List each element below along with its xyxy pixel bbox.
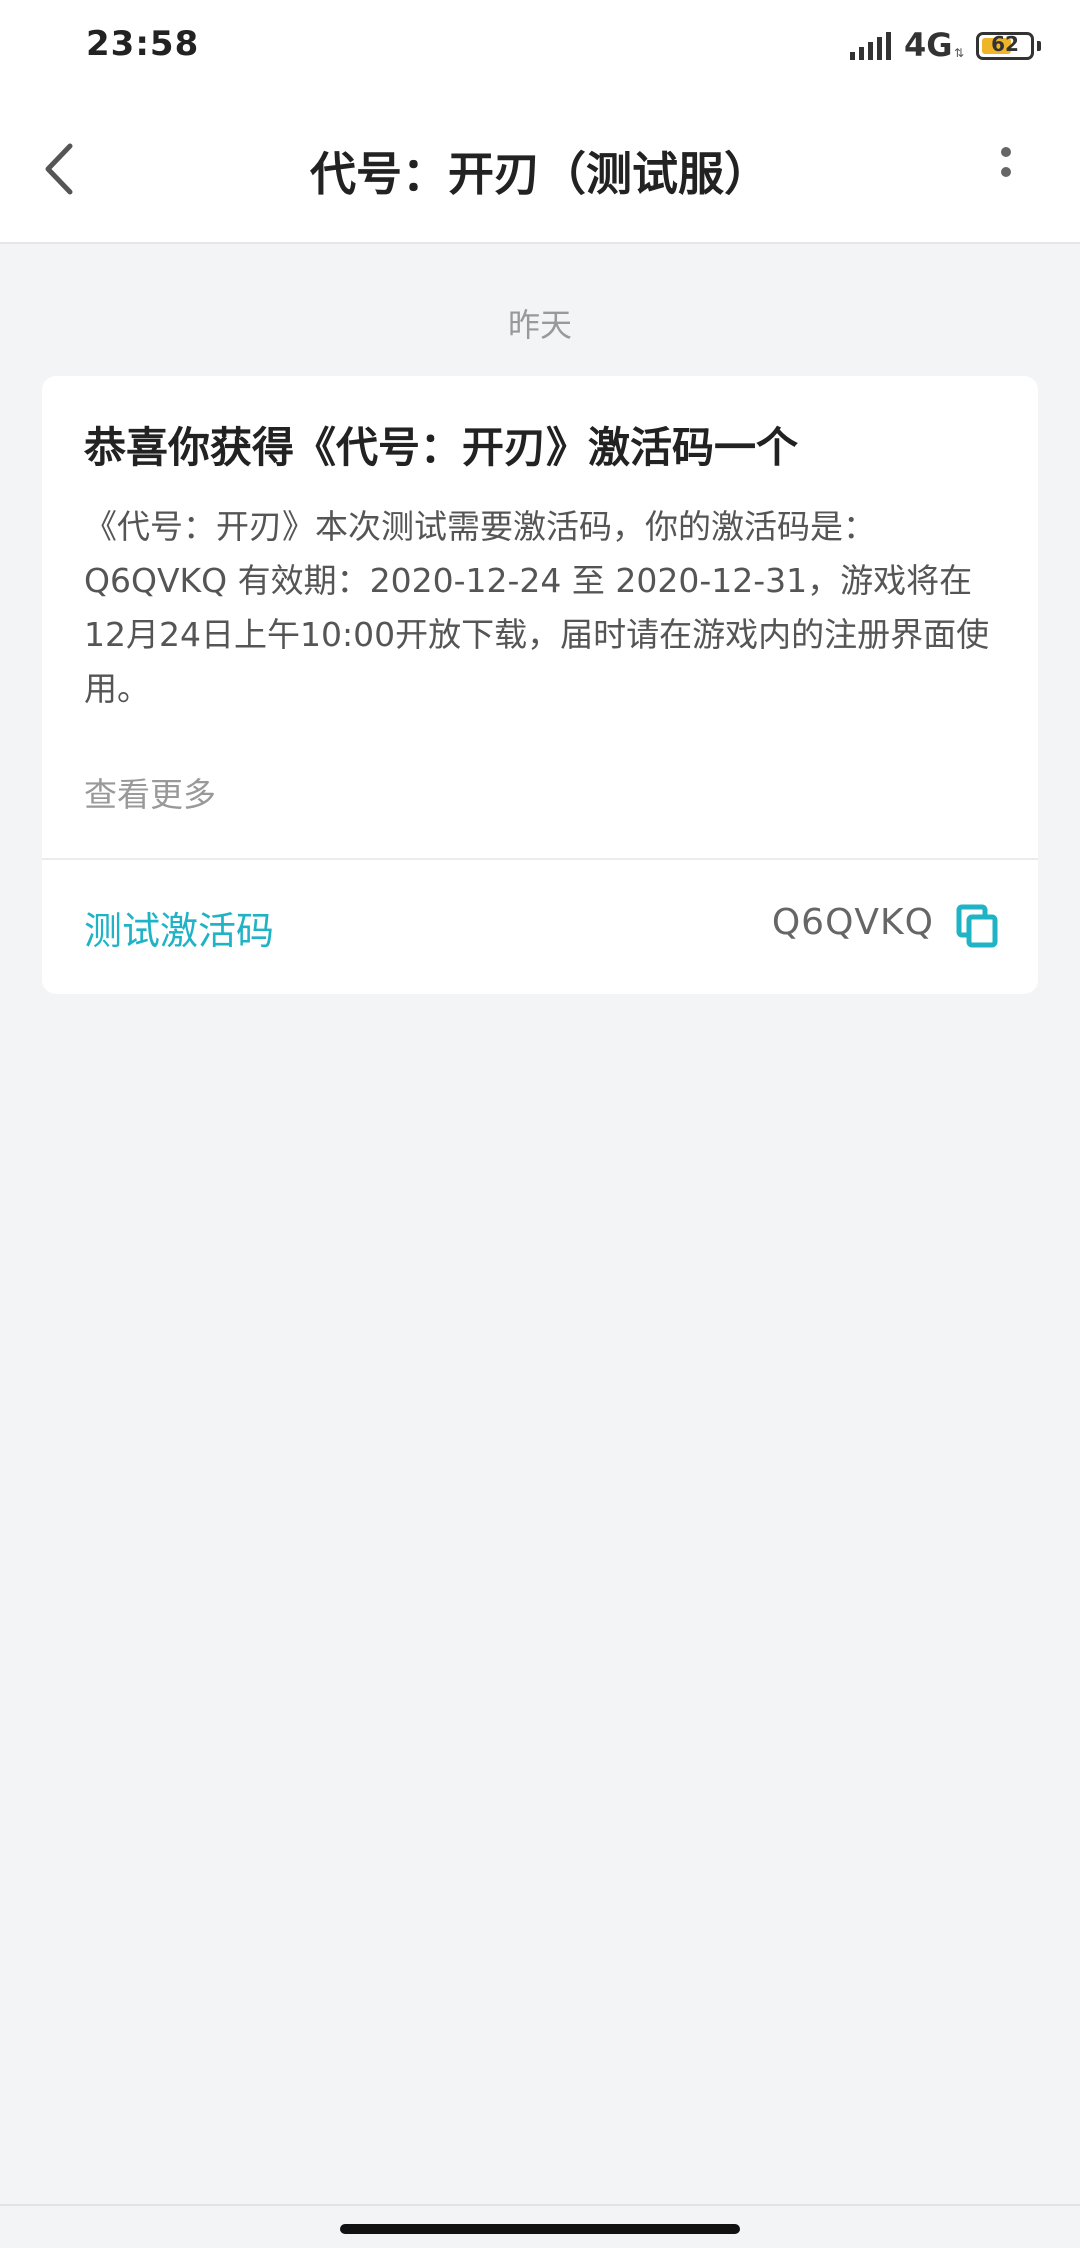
activation-code-value: Q6QVKQ	[771, 902, 934, 943]
signal-icon	[850, 32, 891, 60]
activation-code-label[interactable]: 测试激活码	[84, 900, 274, 955]
more-vertical-icon[interactable]	[986, 138, 1026, 198]
message-body: 《代号：开刃》本次测试需要激活码，你的激活码是：Q6QVKQ 有效期：2020-…	[84, 507, 990, 708]
nav-bar-divider	[0, 2204, 1080, 2206]
home-indicator[interactable]	[340, 2224, 740, 2234]
battery-icon: 62	[976, 32, 1034, 60]
network-type: 4G	[904, 26, 953, 64]
copy-icon[interactable]	[956, 904, 998, 948]
status-bar: 23:58 4G ⇅ 62	[0, 0, 1080, 96]
chevron-left-icon[interactable]	[36, 136, 86, 202]
view-more-link[interactable]: 查看更多	[84, 768, 216, 816]
data-activity-icon: ⇅	[954, 46, 965, 60]
status-time: 23:58	[86, 24, 200, 64]
date-separator: 昨天	[507, 306, 572, 344]
page-title: 代号：开刃（测试服）	[310, 147, 770, 201]
app-header: 代号：开刃（测试服）	[0, 96, 1080, 244]
card-divider	[42, 858, 1038, 860]
message-title: 恭喜你获得《代号：开刃》激活码一个	[84, 423, 799, 472]
battery-level: 62	[991, 32, 1019, 56]
battery-tip	[1037, 41, 1041, 51]
message-card: 恭喜你获得《代号：开刃》激活码一个 《代号：开刃》本次测试需要激活码，你的激活码…	[42, 376, 1038, 994]
